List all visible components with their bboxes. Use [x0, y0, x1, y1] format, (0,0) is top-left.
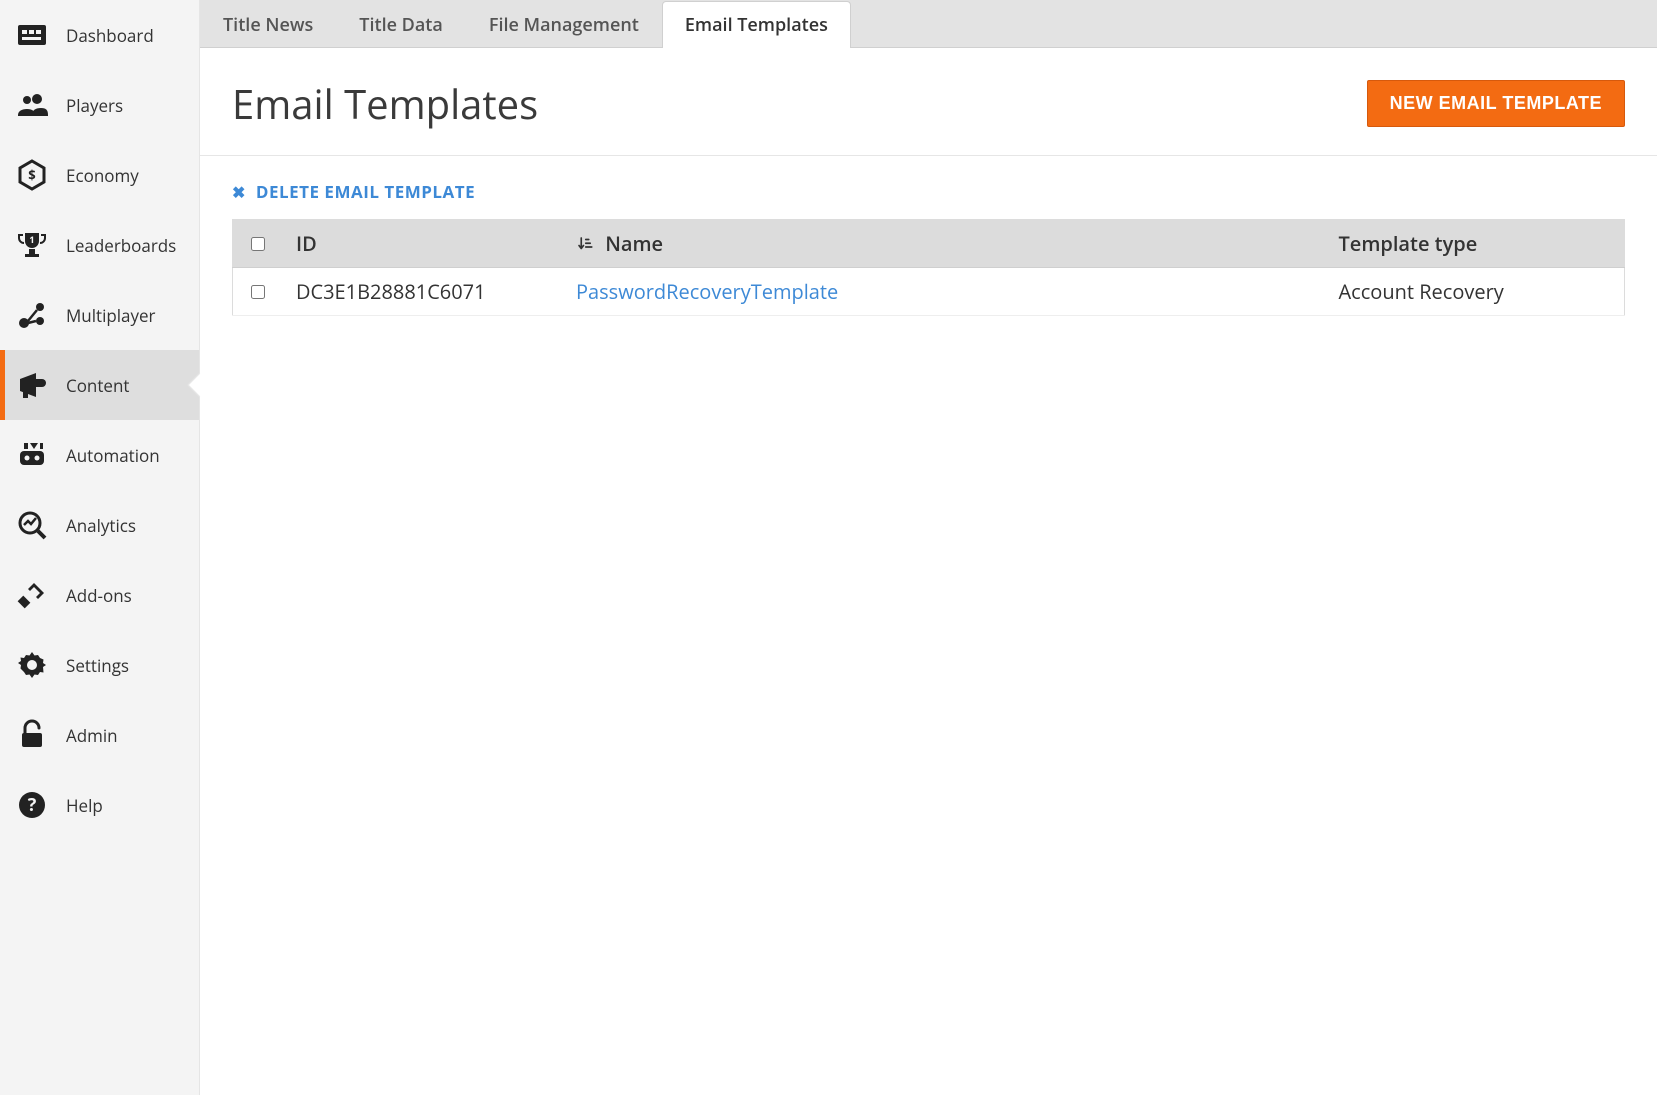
dashboard-icon [14, 17, 50, 53]
sidebar-item-label: Analytics [66, 514, 136, 537]
sidebar-item-content[interactable]: Content [0, 350, 199, 420]
tab-email-templates[interactable]: Email Templates [662, 1, 851, 48]
sidebar-item-admin[interactable]: Admin [0, 700, 199, 770]
sidebar-item-label: Dashboard [66, 24, 154, 47]
cell-name-link[interactable]: PasswordRecoveryTemplate [576, 278, 838, 305]
svg-text:?: ? [28, 793, 37, 817]
sidebar-item-label: Settings [66, 654, 129, 677]
column-header-id[interactable]: ID [282, 220, 562, 268]
admin-icon [14, 717, 50, 753]
sidebar-item-leaderboards[interactable]: 1 Leaderboards [0, 210, 199, 280]
multiplayer-icon [14, 297, 50, 333]
addons-icon [14, 577, 50, 613]
tab-title-news[interactable]: Title News [200, 1, 336, 48]
players-icon [14, 87, 50, 123]
select-all-checkbox[interactable] [251, 237, 265, 251]
row-checkbox[interactable] [251, 285, 265, 299]
settings-icon [14, 647, 50, 683]
sidebar-item-label: Add-ons [66, 584, 132, 607]
content-body: ✖ DELETE EMAIL TEMPLATE ID Nam [200, 156, 1657, 340]
sidebar-item-help[interactable]: ? Help [0, 770, 199, 840]
new-email-template-button[interactable]: NEW EMAIL TEMPLATE [1367, 80, 1625, 127]
sidebar-item-settings[interactable]: Settings [0, 630, 199, 700]
page-header: Email Templates NEW EMAIL TEMPLATE [200, 48, 1657, 156]
table-row: DC3E1B28881C6071 PasswordRecoveryTemplat… [233, 268, 1625, 316]
automation-icon [14, 437, 50, 473]
delete-email-template-action[interactable]: ✖ DELETE EMAIL TEMPLATE [232, 180, 475, 203]
sidebar-item-players[interactable]: Players [0, 70, 199, 140]
column-header-name[interactable]: Name [562, 220, 1325, 268]
sort-asc-icon [576, 233, 594, 257]
analytics-icon [14, 507, 50, 543]
sidebar-item-label: Leaderboards [66, 234, 176, 257]
sidebar-item-label: Help [66, 794, 103, 817]
sidebar-item-dashboard[interactable]: Dashboard [0, 0, 199, 70]
leaderboards-icon: 1 [14, 227, 50, 263]
economy-icon: $ [14, 157, 50, 193]
tabs: Title News Title Data File Management Em… [200, 0, 1657, 48]
bulk-action-label: DELETE EMAIL TEMPLATE [256, 180, 475, 203]
content-icon [14, 367, 50, 403]
column-header-name-label: Name [605, 230, 663, 257]
sidebar-item-analytics[interactable]: Analytics [0, 490, 199, 560]
cell-id: DC3E1B28881C6071 [282, 268, 562, 316]
tab-file-management[interactable]: File Management [466, 1, 662, 48]
sidebar-item-economy[interactable]: $ Economy [0, 140, 199, 210]
column-header-type[interactable]: Template type [1325, 220, 1625, 268]
svg-text:1: 1 [29, 233, 34, 246]
sidebar-item-label: Automation [66, 444, 160, 467]
sidebar-item-multiplayer[interactable]: Multiplayer [0, 280, 199, 350]
sidebar-item-label: Content [66, 374, 129, 397]
sidebar-item-label: Players [66, 94, 123, 117]
sidebar-item-automation[interactable]: Automation [0, 420, 199, 490]
sidebar-item-addons[interactable]: Add-ons [0, 560, 199, 630]
column-select-all [233, 220, 283, 268]
sidebar-item-label: Economy [66, 164, 139, 187]
svg-text:$: $ [28, 166, 35, 184]
main: Title News Title Data File Management Em… [200, 0, 1657, 1095]
tab-title-data[interactable]: Title Data [336, 1, 466, 48]
sidebar: Dashboard Players $ Economy 1 Leaderboar… [0, 0, 200, 1095]
close-icon: ✖ [232, 181, 246, 203]
sidebar-item-label: Multiplayer [66, 304, 156, 327]
templates-table: ID Name Template type [232, 219, 1625, 316]
cell-type: Account Recovery [1325, 268, 1625, 316]
sidebar-item-label: Admin [66, 724, 118, 747]
help-icon: ? [14, 787, 50, 823]
page-title: Email Templates [232, 76, 538, 131]
